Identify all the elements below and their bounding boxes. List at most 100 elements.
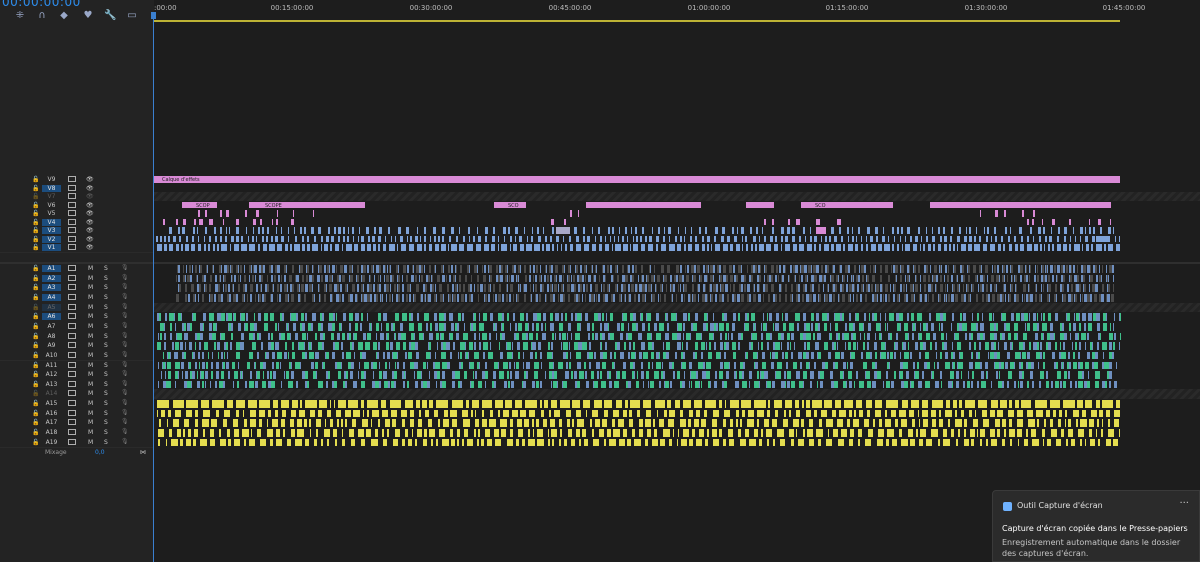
clip[interactable] (1002, 274, 1005, 283)
clip[interactable] (762, 313, 765, 321)
clip[interactable] (277, 244, 282, 251)
clip[interactable] (783, 322, 786, 331)
clip[interactable] (342, 380, 346, 389)
clip[interactable] (162, 351, 164, 360)
clip[interactable] (697, 293, 700, 302)
clip[interactable] (741, 332, 743, 341)
solo-button[interactable]: S (104, 410, 108, 417)
clip[interactable] (390, 342, 394, 350)
clip[interactable] (1094, 265, 1097, 273)
clip[interactable] (804, 274, 808, 283)
clip[interactable] (425, 293, 427, 302)
clip[interactable] (443, 409, 448, 418)
clip[interactable] (312, 371, 316, 379)
clip[interactable] (654, 400, 665, 408)
clip[interactable] (398, 227, 401, 234)
clip[interactable] (463, 371, 467, 379)
clip[interactable] (843, 244, 846, 251)
clip[interactable] (684, 235, 686, 243)
video-audio-divider[interactable] (0, 262, 1200, 264)
clip[interactable] (642, 227, 645, 234)
clip[interactable] (865, 438, 871, 447)
track-target-a18[interactable]: A18 (42, 429, 61, 436)
clip[interactable] (285, 371, 290, 379)
clip[interactable] (294, 244, 300, 251)
clip[interactable] (713, 235, 717, 243)
clip[interactable] (191, 265, 194, 273)
clip[interactable] (1045, 235, 1048, 243)
clip[interactable] (918, 409, 920, 418)
clip[interactable] (438, 235, 441, 243)
clip[interactable] (623, 313, 628, 321)
clip[interactable] (894, 274, 897, 283)
clip[interactable] (288, 235, 290, 243)
clip[interactable] (994, 265, 996, 273)
clip[interactable] (783, 409, 787, 418)
solo-button[interactable]: S (104, 265, 108, 272)
clip[interactable] (255, 235, 258, 243)
clip[interactable] (337, 284, 339, 292)
clip[interactable] (347, 235, 350, 243)
clip[interactable] (784, 380, 786, 389)
clip[interactable] (795, 429, 798, 437)
clip[interactable] (1010, 265, 1014, 273)
clip[interactable] (1095, 351, 1098, 360)
clip[interactable] (402, 313, 407, 321)
clip[interactable] (335, 313, 338, 321)
clip[interactable] (409, 409, 415, 418)
clip[interactable] (249, 293, 253, 302)
clip[interactable] (803, 227, 806, 234)
clip[interactable] (971, 313, 974, 321)
clip[interactable] (573, 227, 577, 234)
clip[interactable] (627, 332, 633, 341)
clip[interactable] (758, 274, 762, 283)
clip[interactable] (536, 293, 538, 302)
clip[interactable] (237, 322, 241, 331)
clip[interactable] (462, 284, 466, 292)
clip[interactable] (869, 235, 873, 243)
clip[interactable] (457, 429, 461, 437)
clip[interactable] (631, 429, 635, 437)
clip[interactable] (552, 438, 554, 447)
clip[interactable] (584, 293, 586, 302)
clip[interactable] (175, 244, 179, 251)
clip[interactable] (466, 351, 469, 360)
clip[interactable] (995, 371, 998, 379)
clip[interactable] (774, 322, 779, 331)
clip[interactable] (1096, 313, 1101, 321)
clip[interactable] (628, 322, 630, 331)
clip[interactable] (433, 293, 437, 302)
clip[interactable] (441, 351, 446, 360)
clip[interactable] (459, 351, 463, 360)
clip[interactable] (539, 293, 542, 302)
clip[interactable] (451, 265, 453, 273)
clip[interactable] (875, 227, 879, 234)
clip[interactable] (568, 342, 570, 350)
clip[interactable] (848, 293, 850, 302)
clip[interactable] (1105, 293, 1107, 302)
clip[interactable] (663, 351, 666, 360)
clip[interactable] (686, 274, 689, 283)
clip[interactable] (341, 351, 345, 360)
clip[interactable] (488, 419, 496, 428)
clip[interactable] (738, 332, 741, 341)
clip[interactable] (905, 293, 908, 302)
clip[interactable] (847, 371, 852, 379)
clip[interactable] (195, 342, 197, 350)
clip[interactable] (768, 313, 773, 321)
clip[interactable] (417, 371, 422, 379)
clip[interactable] (1036, 313, 1039, 321)
clip[interactable] (225, 227, 227, 234)
clip[interactable] (435, 322, 438, 331)
clip[interactable] (584, 244, 590, 251)
clip[interactable] (583, 235, 586, 243)
clip[interactable] (158, 429, 164, 437)
clip[interactable] (233, 293, 236, 302)
clip[interactable] (594, 419, 600, 428)
clip[interactable] (626, 380, 629, 389)
clip[interactable] (389, 293, 392, 302)
clip[interactable] (174, 409, 182, 418)
clip[interactable] (752, 351, 758, 360)
clip[interactable] (176, 429, 182, 437)
clip[interactable] (896, 322, 900, 331)
